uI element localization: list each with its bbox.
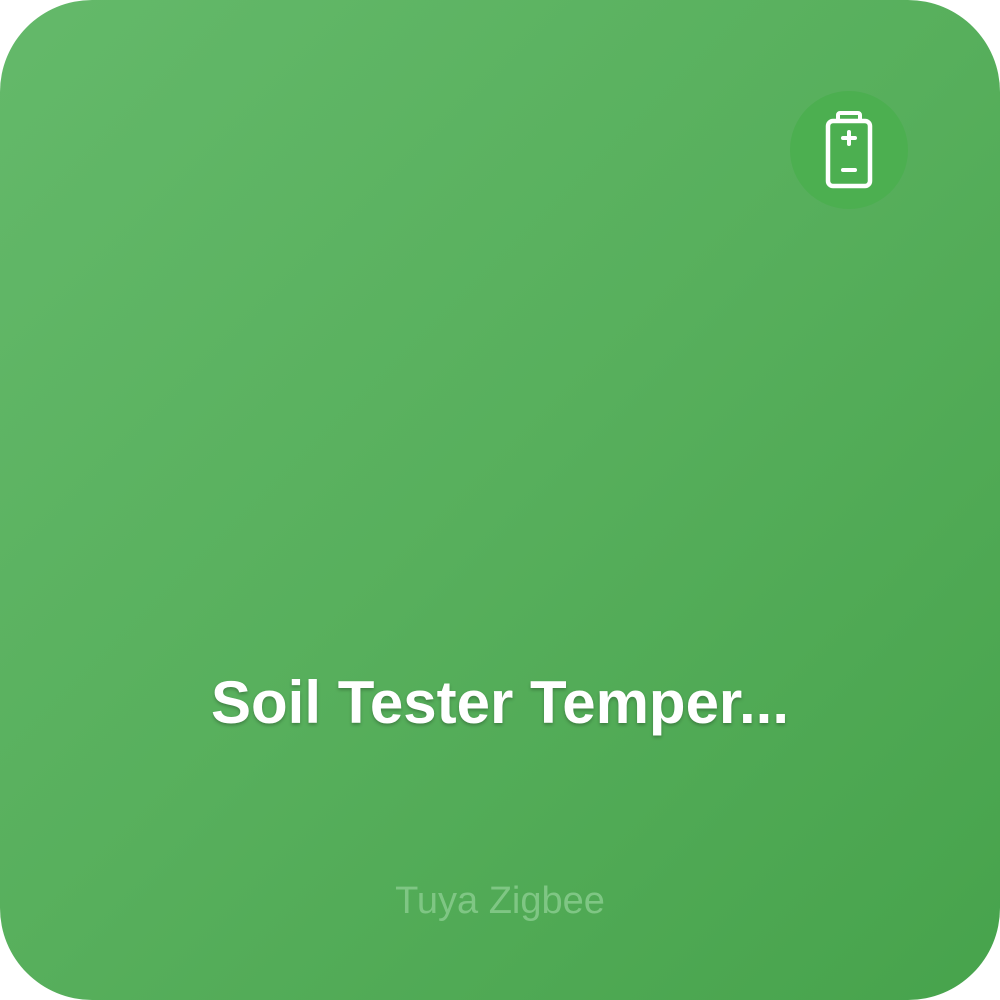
device-subtitle: Tuya Zigbee [395, 880, 605, 922]
device-name: Soil Tester Temper... [211, 669, 789, 736]
device-tile[interactable]: Soil Tester Temper... Tuya Zigbee [0, 0, 1000, 1000]
battery-status-badge [790, 91, 908, 209]
battery-icon [825, 111, 873, 189]
